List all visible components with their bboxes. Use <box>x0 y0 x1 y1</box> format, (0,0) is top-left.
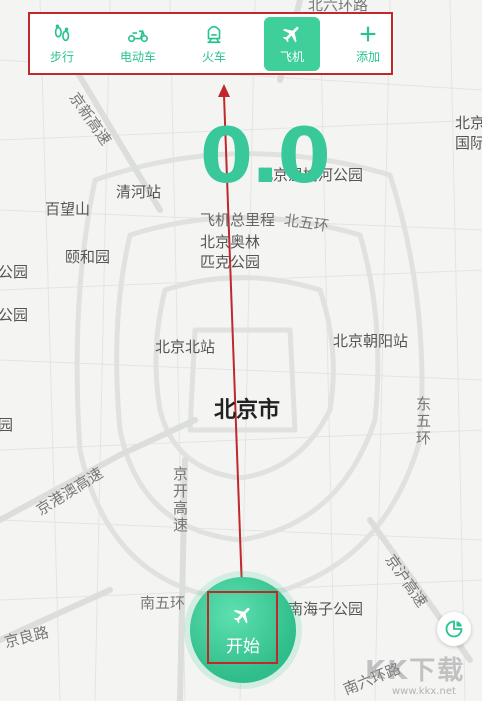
map-label-olympic-park: 北京奥林匹克公园 <box>200 233 261 271</box>
mode-train-label: 火车 <box>201 50 226 64</box>
footprints-icon <box>54 24 70 42</box>
mode-add-label: 添加 <box>355 50 380 64</box>
mode-scooter-button[interactable]: 电动车 <box>110 17 166 71</box>
mode-scooter-label: 电动车 <box>119 50 156 64</box>
airplane-icon <box>233 607 250 623</box>
mode-add-button[interactable]: 添加 <box>340 17 396 71</box>
mode-airplane-button[interactable]: 飞机 <box>264 17 320 71</box>
transport-mode-bar: 步行 电动车 火车 飞机 添加 <box>28 13 394 75</box>
map-label-beijing-chaoyang-station: 北京朝阳站 <box>333 332 409 350</box>
watermark: KK下载 <box>365 656 466 686</box>
stats-button[interactable] <box>437 612 471 646</box>
mode-airplane-label: 飞机 <box>279 50 304 64</box>
distance-value: 0.0 <box>200 111 331 200</box>
map-label-beijing: 北京 <box>455 114 482 132</box>
map-label-baiwang-mountain: 百望山 <box>45 200 91 218</box>
mode-train-button[interactable]: 火车 <box>186 17 242 71</box>
map-label-beijing-north-station: 北京北站 <box>155 338 216 356</box>
map-label-park-west-1: 公园 <box>0 263 29 281</box>
map-label-garden-west: 园 <box>0 416 14 434</box>
airplane-icon <box>282 26 299 43</box>
map-label-south-fifth-ring: 南五环 <box>140 594 186 612</box>
map-label-park-west-2: 公园 <box>0 306 29 324</box>
start-button[interactable]: 开始 <box>190 577 296 683</box>
scooter-icon <box>128 30 148 43</box>
map-label-international: 国际 <box>455 134 482 152</box>
mode-walk-label: 步行 <box>49 50 74 64</box>
map-label-jingkai-expressway: 京开高速 <box>171 466 189 534</box>
map-label-qinghe-station: 清河站 <box>116 183 162 201</box>
watermark-url: www.kkx.net <box>392 686 456 697</box>
map-label-east-fifth-ring: 东五环 <box>414 396 432 447</box>
map-label-summer-palace: 颐和园 <box>65 248 111 266</box>
start-button-label: 开始 <box>226 636 260 656</box>
train-icon <box>207 25 221 44</box>
map-label-city: 北京市 <box>214 398 281 423</box>
plus-icon <box>360 26 376 42</box>
pie-chart-icon <box>445 620 463 638</box>
mode-walk-button[interactable]: 步行 <box>34 17 90 71</box>
distance-label: 飞机总里程 <box>200 211 276 229</box>
